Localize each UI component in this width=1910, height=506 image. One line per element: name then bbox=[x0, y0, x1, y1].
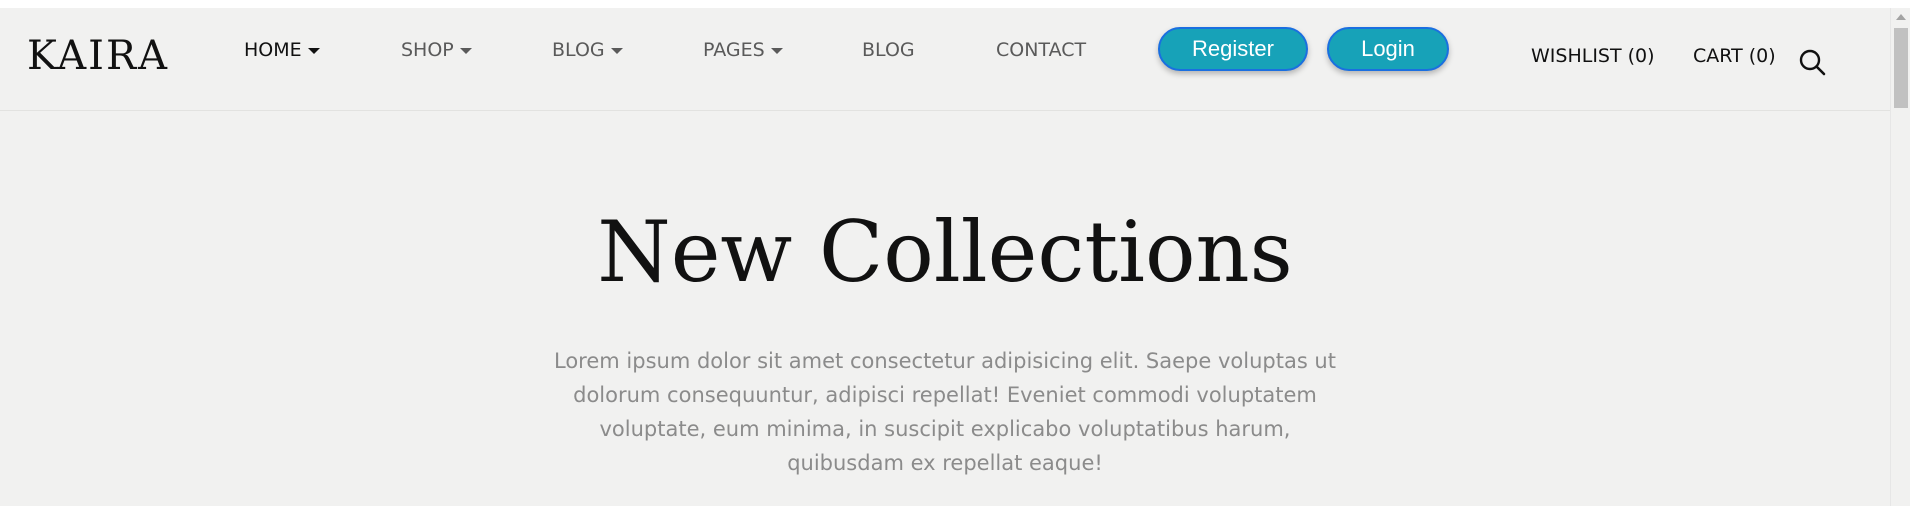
nav-item-contact[interactable]: CONTACT bbox=[996, 41, 1086, 60]
caret-down-icon bbox=[770, 48, 783, 54]
cart-link[interactable]: CART (0) bbox=[1693, 47, 1776, 66]
caret-down-icon bbox=[307, 48, 320, 54]
nav-item-home[interactable]: HOME bbox=[244, 41, 320, 60]
nav-item-blog-dropdown[interactable]: BLOG bbox=[552, 41, 623, 60]
nav-item-label: BLOG bbox=[552, 39, 605, 61]
search-icon[interactable] bbox=[1798, 48, 1826, 76]
caret-down-icon bbox=[610, 48, 623, 54]
login-button[interactable]: Login bbox=[1327, 27, 1449, 71]
nav-item-shop[interactable]: SHOP bbox=[401, 41, 472, 60]
hero-description: Lorem ipsum dolor sit amet consectetur a… bbox=[554, 349, 1336, 475]
nav-item-label: PAGES bbox=[703, 39, 765, 61]
caret-down-icon bbox=[459, 48, 472, 54]
hero-title: New Collections bbox=[597, 203, 1293, 301]
browser-top-strip bbox=[0, 0, 1910, 8]
nav-item-label: HOME bbox=[244, 39, 302, 61]
hero-section: New Collections Lorem ipsum dolor sit am… bbox=[0, 112, 1890, 506]
nav-item-blog[interactable]: BLOG bbox=[862, 41, 915, 60]
nav-item-pages[interactable]: PAGES bbox=[703, 41, 783, 60]
nav-item-label: SHOP bbox=[401, 39, 454, 61]
site-header: KAIRA HOME SHOP BLOG PAGES BLOG CONTACT … bbox=[0, 8, 1890, 111]
nav-item-label: BLOG bbox=[862, 39, 915, 61]
register-button[interactable]: Register bbox=[1158, 27, 1308, 71]
nav-item-label: CONTACT bbox=[996, 39, 1087, 61]
scroll-up-arrow-icon[interactable] bbox=[1896, 14, 1906, 20]
wishlist-link[interactable]: WISHLIST (0) bbox=[1531, 47, 1655, 66]
site-logo[interactable]: KAIRA bbox=[27, 36, 169, 76]
page-scrollbar[interactable] bbox=[1890, 8, 1910, 506]
scrollbar-thumb[interactable] bbox=[1894, 28, 1908, 108]
page: KAIRA HOME SHOP BLOG PAGES BLOG CONTACT … bbox=[0, 0, 1910, 506]
